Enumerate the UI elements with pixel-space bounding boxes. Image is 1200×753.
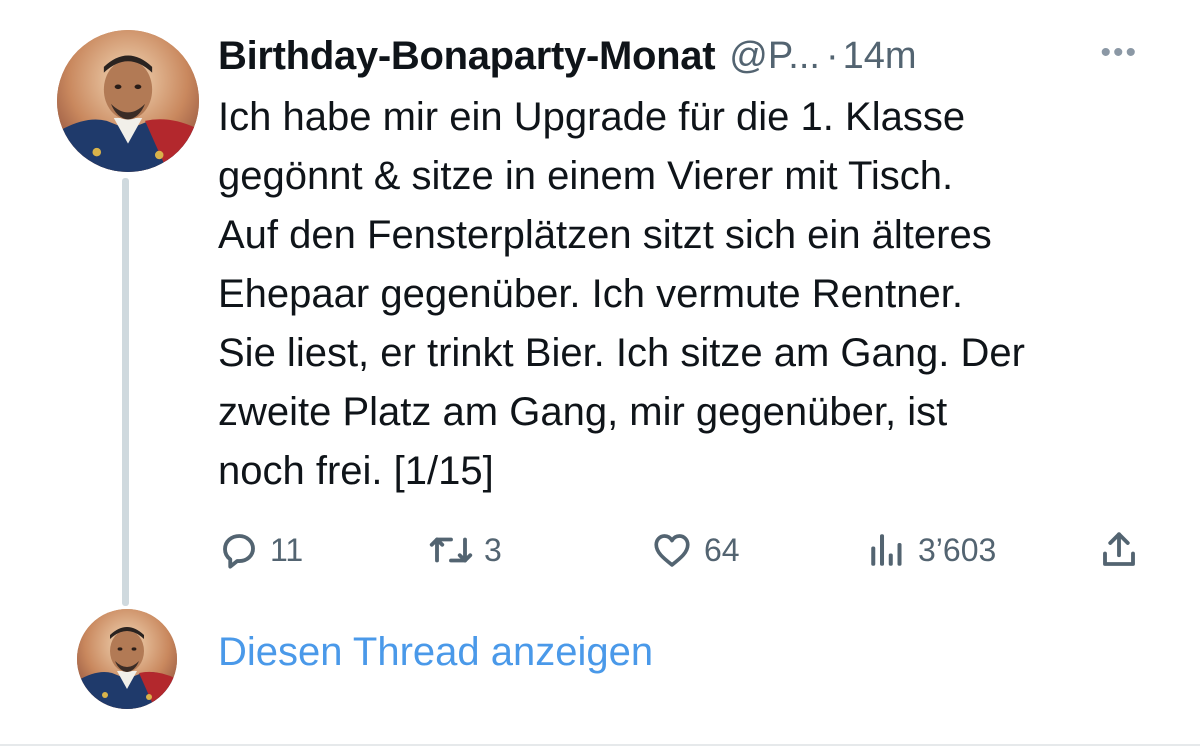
author-display-name[interactable]: Birthday-Bonaparty-Monat [218,34,716,79]
avatar-portrait-image [57,30,199,172]
share-button[interactable] [1098,526,1140,574]
header-separator: · [825,34,839,77]
author-handle[interactable]: @P... [729,35,820,78]
show-thread-link[interactable]: Diesen Thread anzeigen [218,630,653,675]
reply-count: 11 [270,531,304,568]
author-avatar[interactable] [57,30,199,172]
like-count: 64 [704,531,740,568]
like-button[interactable]: 64 [650,526,740,574]
reply-button[interactable]: 11 [218,526,303,574]
tweet-action-bar: 11 3 64 3’603 [218,526,1158,574]
reply-icon [218,529,260,571]
views-icon [866,529,908,571]
tweet-text: Ich habe mir ein Upgrade für die 1. Klas… [218,95,1025,493]
bottom-divider [0,744,1200,746]
tweet-timestamp[interactable]: 14m [843,35,917,78]
thread-connector-line [122,178,129,606]
retweet-button[interactable]: 3 [428,526,502,574]
tweet-header: Birthday-Bonaparty-Monat @P... · 14m ••• [218,28,1178,84]
views-button[interactable]: 3’603 [866,526,996,574]
avatar-portrait-image [77,609,177,709]
more-icon[interactable]: ••• [1100,36,1138,70]
retweet-count: 3 [484,531,502,568]
share-icon [1098,529,1140,571]
views-count: 3’603 [918,531,997,568]
heart-icon [650,529,694,571]
retweet-icon [428,529,474,571]
thread-author-avatar[interactable] [77,609,177,709]
